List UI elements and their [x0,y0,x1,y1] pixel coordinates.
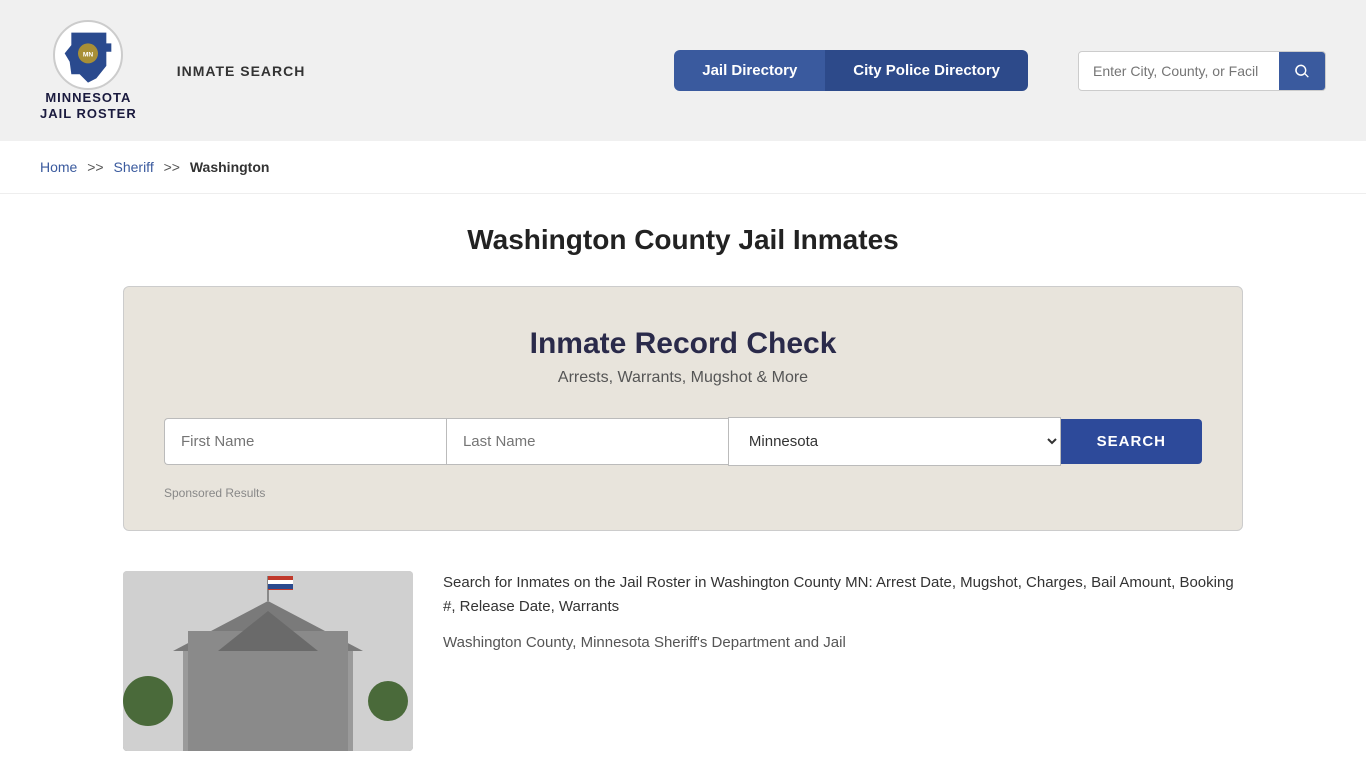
city-police-button[interactable]: City Police Directory [825,50,1028,91]
breadcrumb-sheriff[interactable]: Sheriff [114,159,154,175]
bottom-description-1: Search for Inmates on the Jail Roster in… [443,571,1243,619]
last-name-input[interactable] [446,418,728,465]
breadcrumb-home[interactable]: Home [40,159,77,175]
bottom-text-area: Search for Inmates on the Jail Roster in… [443,571,1243,655]
site-header: MN MINNESOTA JAIL ROSTER INMATE SEARCH J… [0,0,1366,141]
logo-emblem: MN [53,20,123,90]
record-check-title: Inmate Record Check [164,327,1202,361]
sponsored-label: Sponsored Results [164,486,1202,500]
record-search-row: Minnesota SEARCH [164,417,1202,466]
bottom-description-2: Washington County, Minnesota Sheriff's D… [443,631,1243,655]
svg-text:MN: MN [83,51,94,58]
jail-directory-button[interactable]: Jail Directory [674,50,825,91]
record-check-subtitle: Arrests, Warrants, Mugshot & More [164,369,1202,387]
record-search-button[interactable]: SEARCH [1061,419,1202,464]
inmate-search-link[interactable]: INMATE SEARCH [177,63,306,79]
header-search-button[interactable] [1279,52,1325,90]
main-content: Washington County Jail Inmates Inmate Re… [83,194,1283,781]
page-title: Washington County Jail Inmates [123,224,1243,256]
search-icon [1293,62,1311,80]
bottom-section: Search for Inmates on the Jail Roster in… [123,571,1243,751]
breadcrumb: Home >> Sheriff >> Washington [0,141,1366,194]
building-image [123,571,413,751]
site-logo-link[interactable]: MN MINNESOTA JAIL ROSTER [40,20,137,121]
building-illustration [123,571,413,751]
minnesota-state-icon: MN [63,28,113,83]
header-search-input[interactable] [1079,53,1279,89]
logo-text: MINNESOTA JAIL ROSTER [40,90,137,121]
record-check-section: Inmate Record Check Arrests, Warrants, M… [123,286,1243,531]
breadcrumb-current: Washington [190,159,270,175]
main-nav: Jail Directory City Police Directory [674,50,1028,91]
breadcrumb-sep1: >> [87,159,103,175]
first-name-input[interactable] [164,418,446,465]
state-select[interactable]: Minnesota [728,417,1061,466]
breadcrumb-sep2: >> [164,159,180,175]
header-search-bar [1078,51,1326,91]
